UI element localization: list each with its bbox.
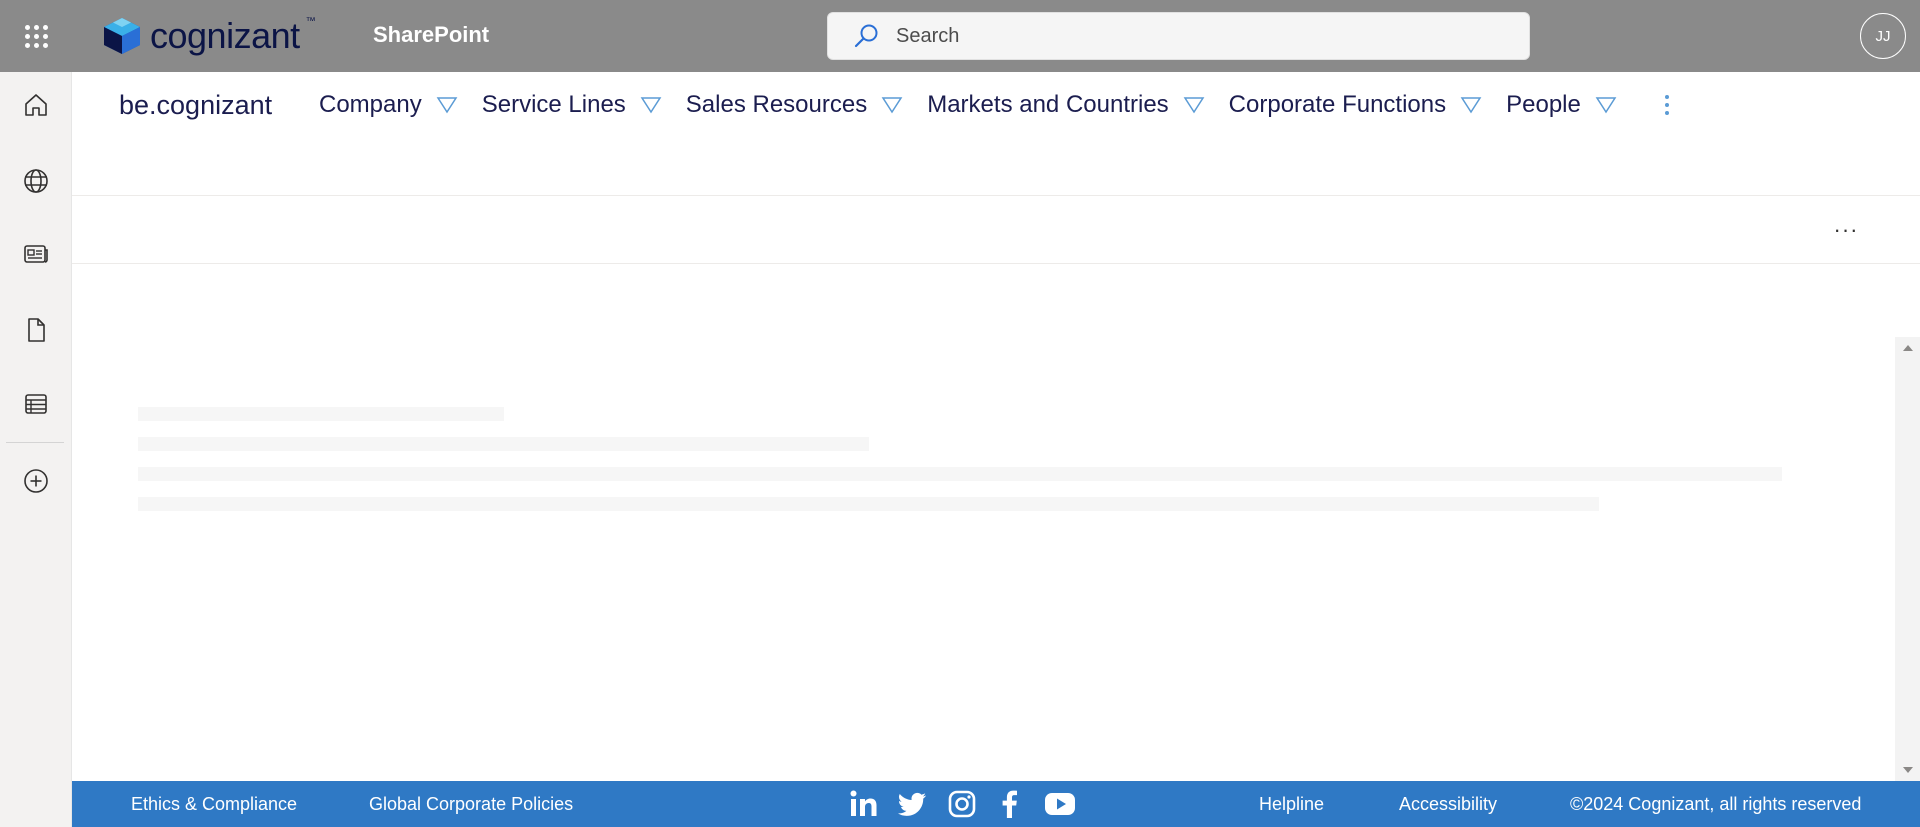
app-bar-list-button[interactable] <box>18 386 54 422</box>
app-bar-news-button[interactable] <box>18 236 54 272</box>
search-box[interactable] <box>827 12 1530 60</box>
add-circle-icon <box>24 469 48 493</box>
logo-wordmark: cognizant <box>150 15 300 56</box>
suite-bar: cognizant ™ SharePoint JJ <box>0 0 1920 72</box>
app-bar-globe-button[interactable] <box>18 163 54 199</box>
chevron-down-icon <box>1595 97 1617 114</box>
app-bar <box>0 72 72 827</box>
scroll-down-arrow-icon[interactable] <box>1903 767 1913 773</box>
search-icon <box>854 24 878 48</box>
document-icon <box>28 318 45 342</box>
waffle-icon <box>24 24 48 48</box>
nav-item-label: Sales Resources <box>685 91 868 118</box>
site-header: be.cognizant Company Service Lines Sales… <box>72 72 1920 196</box>
chevron-down-icon <box>881 97 903 114</box>
nav-item-people[interactable]: People <box>1506 91 1617 119</box>
facebook-icon[interactable] <box>994 788 1026 820</box>
twitter-icon[interactable] <box>896 788 928 820</box>
site-footer: Ethics & Compliance Global Corporate Pol… <box>72 781 1920 827</box>
chevron-down-icon <box>640 97 662 114</box>
hub-navigation: Company Service Lines Sales Resources Ma… <box>319 90 1673 120</box>
nav-item-sales-resources[interactable]: Sales Resources <box>686 91 903 119</box>
scroll-up-arrow-icon[interactable] <box>1903 345 1913 351</box>
nav-overflow-button[interactable] <box>1661 90 1673 120</box>
youtube-icon[interactable] <box>1044 788 1076 820</box>
app-bar-document-button[interactable] <box>18 312 54 348</box>
nav-item-service-lines[interactable]: Service Lines <box>482 91 662 119</box>
shimmer-line <box>138 407 504 421</box>
chevron-down-icon <box>1460 97 1482 114</box>
chevron-down-icon <box>1183 97 1205 114</box>
nav-item-label: Service Lines <box>481 91 626 118</box>
app-bar-add-circle-button[interactable] <box>18 463 54 499</box>
vertical-ellipsis-icon <box>1664 95 1669 115</box>
nav-item-markets-and-countries[interactable]: Markets and Countries <box>927 91 1205 119</box>
nav-item-label: Markets and Countries <box>927 91 1169 118</box>
list-icon <box>25 394 47 414</box>
chevron-down-icon <box>436 97 458 114</box>
shimmer-line <box>138 497 1599 511</box>
instagram-icon[interactable] <box>946 788 978 820</box>
news-icon <box>24 245 48 263</box>
home-icon <box>25 94 47 116</box>
footer-link-global-corporate-policies[interactable]: Global Corporate Policies <box>369 794 573 815</box>
user-avatar[interactable]: JJ <box>1860 13 1906 59</box>
nav-item-label: People <box>1506 91 1581 118</box>
nav-item-label: Company <box>319 91 422 118</box>
app-bar-home-button[interactable] <box>18 87 54 123</box>
nav-item-corporate-functions[interactable]: Corporate Functions <box>1229 91 1482 119</box>
app-bar-divider <box>6 442 64 443</box>
cognizant-logo-mark-icon <box>104 18 140 54</box>
linkedin-icon[interactable] <box>848 788 880 820</box>
shimmer-line <box>138 437 869 451</box>
globe-icon <box>24 169 48 193</box>
search-input[interactable] <box>896 24 1496 48</box>
footer-copyright: ©2024 Cognizant, all rights reserved <box>1570 794 1862 814</box>
app-launcher-button[interactable] <box>0 0 72 72</box>
nav-item-label: Corporate Functions <box>1228 91 1447 118</box>
cognizant-logo[interactable]: cognizant ™ <box>100 14 316 58</box>
site-title[interactable]: be.cognizant <box>119 90 272 121</box>
shimmer-line <box>138 467 1782 481</box>
footer-link-accessibility[interactable]: Accessibility <box>1399 794 1497 815</box>
more-options-button[interactable]: ··· <box>1830 215 1862 245</box>
vertical-scrollbar[interactable] <box>1895 337 1920 781</box>
footer-link-helpline[interactable]: Helpline <box>1259 794 1324 815</box>
command-bar: ··· <box>72 197 1920 264</box>
nav-item-company[interactable]: Company <box>319 91 458 119</box>
page-content-loading <box>72 265 1895 781</box>
footer-link-ethics-compliance[interactable]: Ethics & Compliance <box>131 794 297 815</box>
logo-trademark: ™ <box>305 16 316 27</box>
sharepoint-app-title[interactable]: SharePoint <box>373 22 489 48</box>
